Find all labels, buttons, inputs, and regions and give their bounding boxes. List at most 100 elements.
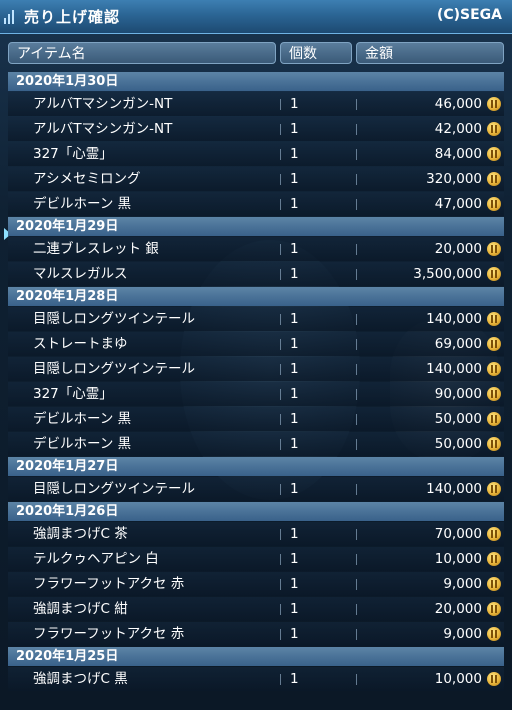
sale-row[interactable]: アルバTマシンガン-NT 1 42,000 (8, 117, 504, 141)
item-quantity: 1 (290, 96, 299, 112)
item-quantity: 1 (290, 411, 299, 427)
item-name: ストレートまゆ (33, 336, 128, 352)
column-divider (356, 99, 357, 110)
item-name: アルバTマシンガン-NT (33, 121, 173, 137)
item-quantity: 1 (290, 481, 299, 497)
item-name: アルバTマシンガン-NT (33, 96, 173, 112)
column-divider (280, 199, 281, 210)
meseta-coin-icon (487, 267, 501, 281)
column-divider (356, 124, 357, 135)
column-divider (356, 199, 357, 210)
item-quantity: 1 (290, 626, 299, 642)
sale-row[interactable]: フラワーフットアクセ 赤 1 9,000 (8, 622, 504, 646)
item-name: テルクゥヘアピン 白 (33, 551, 159, 567)
sale-row[interactable]: ストレートまゆ 1 69,000 (8, 332, 504, 356)
meseta-coin-icon (487, 602, 501, 616)
column-divider (280, 529, 281, 540)
item-quantity: 1 (290, 171, 299, 187)
column-divider (356, 389, 357, 400)
sale-row[interactable]: デビルホーン 黒 1 50,000 (8, 432, 504, 456)
sales-history-window: 売り上げ確認 (C)SEGA アイテム名 個数 金額 2020年1月30日 アルバ… (0, 0, 512, 710)
meseta-coin-icon (487, 97, 501, 111)
column-divider (356, 244, 357, 255)
column-divider (356, 674, 357, 685)
sale-row[interactable]: アシメセミロング 1 320,000 (8, 167, 504, 191)
meseta-coin-icon (487, 242, 501, 256)
meseta-coin-icon (487, 387, 501, 401)
sale-row[interactable]: 327「心霊」 1 84,000 (8, 142, 504, 166)
column-header-item[interactable]: アイテム名 (8, 42, 276, 64)
item-name: 二連ブレスレット 銀 (33, 241, 159, 257)
item-price: 90,000 (434, 386, 482, 402)
meseta-coin-icon (487, 672, 501, 686)
meseta-coin-icon (487, 197, 501, 211)
item-name: 強調まつげC 黒 (33, 671, 128, 687)
item-quantity: 1 (290, 196, 299, 212)
column-divider (356, 604, 357, 615)
item-quantity: 1 (290, 601, 299, 617)
sale-row[interactable]: マルスレガルス 1 3,500,000 (8, 262, 504, 286)
item-price: 20,000 (434, 241, 482, 257)
sale-row[interactable]: フラワーフットアクセ 赤 1 9,000 (8, 572, 504, 596)
sale-row[interactable]: 327「心霊」 1 90,000 (8, 382, 504, 406)
column-divider (280, 364, 281, 375)
column-divider (280, 484, 281, 495)
item-quantity: 1 (290, 436, 299, 452)
column-header-price[interactable]: 金額 (356, 42, 504, 64)
meseta-coin-icon (487, 412, 501, 426)
item-name: デビルホーン 黒 (33, 196, 132, 212)
sale-row[interactable]: デビルホーン 黒 1 50,000 (8, 407, 504, 431)
item-name: マルスレガルス (33, 266, 128, 282)
sale-row[interactable]: 強調まつげC 茶 1 70,000 (8, 522, 504, 546)
meseta-coin-icon (487, 362, 501, 376)
meseta-coin-icon (487, 312, 501, 326)
column-divider (356, 554, 357, 565)
item-quantity: 1 (290, 121, 299, 137)
column-divider (280, 124, 281, 135)
item-price: 42,000 (434, 121, 482, 137)
column-header-qty[interactable]: 個数 (280, 42, 352, 64)
column-divider (356, 414, 357, 425)
column-divider (356, 314, 357, 325)
meseta-coin-icon (487, 627, 501, 641)
item-name: デビルホーン 黒 (33, 436, 132, 452)
item-price: 320,000 (426, 171, 482, 187)
sale-row[interactable]: 二連ブレスレット 銀 1 20,000 (8, 237, 504, 261)
item-quantity: 1 (290, 146, 299, 162)
sale-row[interactable]: アルバTマシンガン-NT 1 46,000 (8, 92, 504, 116)
column-divider (280, 339, 281, 350)
column-divider (356, 579, 357, 590)
item-quantity: 1 (290, 671, 299, 687)
item-name: 強調まつげC 紺 (33, 601, 128, 617)
sale-row[interactable]: 目隠しロングツインテール 1 140,000 (8, 357, 504, 381)
column-divider (356, 529, 357, 540)
column-divider (280, 269, 281, 280)
column-divider (280, 244, 281, 255)
item-price: 46,000 (434, 96, 482, 112)
item-quantity: 1 (290, 266, 299, 282)
window-titlebar[interactable]: 売り上げ確認 (C)SEGA (0, 0, 512, 34)
sale-row[interactable]: 目隠しロングツインテール 1 140,000 (8, 307, 504, 331)
item-price: 140,000 (426, 361, 482, 377)
date-group-header: 2020年1月30日 (8, 72, 504, 91)
meseta-coin-icon (487, 147, 501, 161)
column-divider (280, 414, 281, 425)
column-divider (356, 269, 357, 280)
meseta-coin-icon (487, 172, 501, 186)
sale-row[interactable]: 強調まつげC 紺 1 20,000 (8, 597, 504, 621)
sale-row[interactable]: デビルホーン 黒 1 47,000 (8, 192, 504, 216)
window-title: 売り上げ確認 (24, 8, 121, 26)
sale-row[interactable]: 目隠しロングツインテール 1 140,000 (8, 477, 504, 501)
sale-row[interactable]: テルクゥヘアピン 白 1 10,000 (8, 547, 504, 571)
item-price: 50,000 (434, 436, 482, 452)
item-name: 327「心霊」 (33, 146, 113, 162)
sales-list[interactable]: 2020年1月30日 アルバTマシンガン-NT 1 46,000 アルバTマシンガン-N… (0, 72, 512, 692)
item-name: 327「心霊」 (33, 386, 113, 402)
sale-row[interactable]: 強調まつげC 黒 1 10,000 (8, 667, 504, 691)
column-divider (280, 674, 281, 685)
item-name: 目隠しロングツインテール (33, 311, 195, 327)
item-name: アシメセミロング (33, 171, 141, 187)
item-quantity: 1 (290, 361, 299, 377)
item-price: 47,000 (434, 196, 482, 212)
item-price: 20,000 (434, 601, 482, 617)
